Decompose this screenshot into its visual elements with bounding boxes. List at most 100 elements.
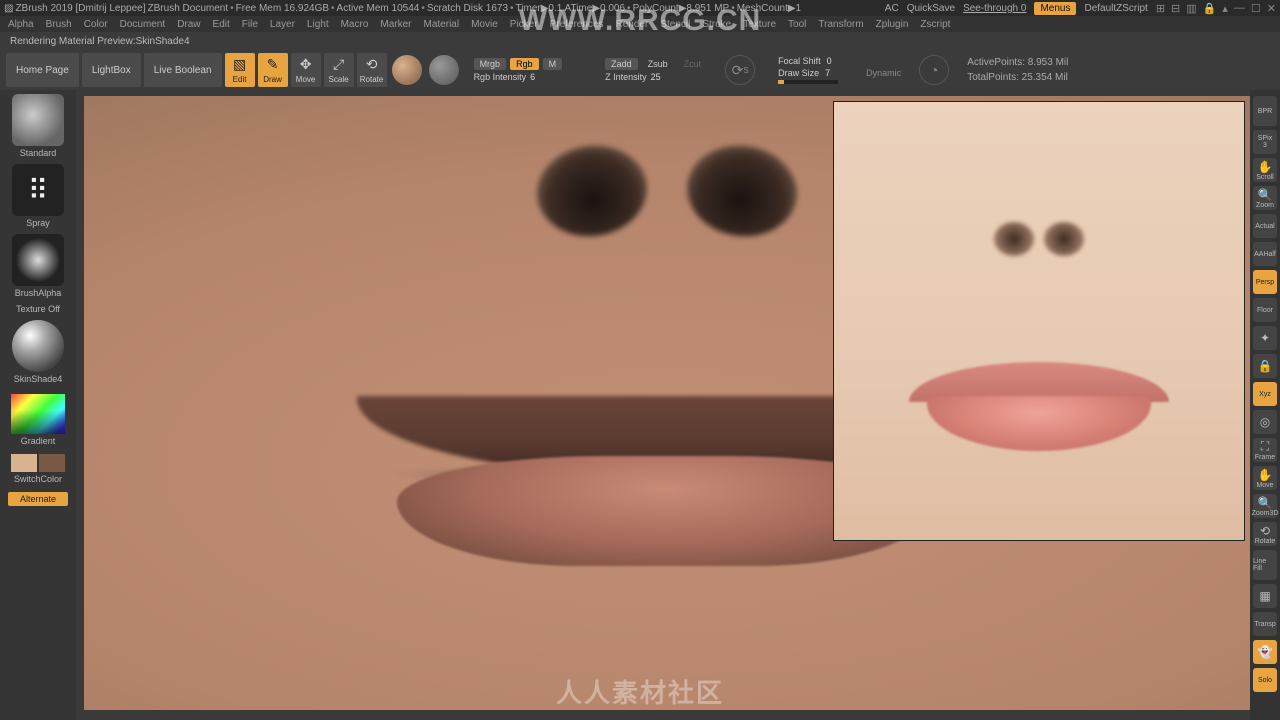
m-toggle[interactable]: M: [543, 58, 563, 70]
menu-light[interactable]: Light: [307, 19, 329, 30]
foreground-swatch[interactable]: [11, 454, 37, 472]
menu-stroke[interactable]: Stroke: [702, 19, 731, 30]
actual-button[interactable]: Actual: [1253, 214, 1277, 238]
color-picker[interactable]: [11, 394, 65, 434]
rotate-nav-button[interactable]: ⟲Rotate: [1253, 522, 1277, 546]
menu-marker[interactable]: Marker: [380, 19, 411, 30]
solo-button[interactable]: Solo: [1253, 668, 1277, 692]
expand-right-icon[interactable]: ⊟: [1171, 2, 1180, 15]
menu-tool[interactable]: Tool: [788, 19, 806, 30]
bpr-button[interactable]: BPR: [1253, 96, 1277, 126]
zoom-button[interactable]: 🔍Zoom: [1253, 186, 1277, 210]
menu-alpha[interactable]: Alpha: [8, 19, 34, 30]
viewport[interactable]: [84, 96, 1250, 710]
menu-picker[interactable]: Picker: [510, 19, 538, 30]
rgb-intensity-value[interactable]: 6: [530, 72, 535, 82]
s-curve-knob[interactable]: ⟳S: [725, 55, 755, 85]
stat: Scratch Disk 1673: [427, 3, 508, 14]
move-mode-button[interactable]: ✥Move: [291, 53, 321, 87]
focal-shift-label: Focal Shift: [778, 56, 821, 66]
transp-button[interactable]: Transp: [1253, 612, 1277, 636]
menu-brush[interactable]: Brush: [46, 19, 72, 30]
home-button[interactable]: Home Page: [6, 53, 79, 87]
zsub-toggle[interactable]: Zsub: [642, 58, 674, 70]
menu-edit[interactable]: Edit: [213, 19, 230, 30]
canvas-area[interactable]: [76, 90, 1250, 720]
minimize-icon[interactable]: —: [1234, 2, 1245, 15]
background-swatch[interactable]: [39, 454, 65, 472]
menu-file[interactable]: File: [242, 19, 258, 30]
material-thumb[interactable]: [12, 320, 64, 372]
menu-zplugin[interactable]: Zplugin: [876, 19, 909, 30]
matcap-preview-sphere[interactable]: [429, 55, 459, 85]
maximize-icon[interactable]: ☐: [1251, 2, 1261, 15]
quicksave-button[interactable]: QuickSave: [907, 3, 955, 14]
texture-label: Texture Off: [16, 304, 60, 314]
stroke-thumb[interactable]: ⠿: [12, 164, 64, 216]
app-title: ZBrush 2019 [Dmitrij Leppee]: [15, 3, 145, 14]
zadd-toggle[interactable]: Zadd: [605, 58, 638, 70]
menus-toggle[interactable]: Menus: [1034, 2, 1076, 15]
spix-field[interactable]: SPix3: [1253, 130, 1277, 154]
draw-size-value[interactable]: 7: [825, 68, 830, 78]
menu-preferences[interactable]: Preferences: [550, 19, 604, 30]
menu-document[interactable]: Document: [120, 19, 166, 30]
brush-knob[interactable]: ◔: [919, 55, 949, 85]
menu-stencil[interactable]: Stencil: [660, 19, 690, 30]
edit-mode-button[interactable]: ▧Edit: [225, 53, 255, 87]
zintensity-value[interactable]: 25: [651, 72, 661, 82]
focal-shift-value[interactable]: 0: [827, 56, 832, 66]
scroll-button[interactable]: ✋Scroll: [1253, 158, 1277, 182]
menu-zscript[interactable]: Zscript: [920, 19, 950, 30]
rotate-mode-button[interactable]: ⟲Rotate: [357, 53, 387, 87]
scale-mode-button[interactable]: ⤢Scale: [324, 53, 354, 87]
dynamic-toggle[interactable]: Dynamic: [866, 68, 901, 78]
zoom3d-button[interactable]: 🔍Zoom3D: [1253, 494, 1277, 518]
menu-color[interactable]: Color: [84, 19, 108, 30]
menu-draw[interactable]: Draw: [177, 19, 200, 30]
draw-mode-button[interactable]: ✎Draw: [258, 53, 288, 87]
alpha-thumb[interactable]: [12, 234, 64, 286]
lock-button[interactable]: 🔒: [1253, 354, 1277, 378]
top-toolbar: Home Page LightBox Live Boolean ▧Edit ✎D…: [0, 50, 1280, 90]
frame-button[interactable]: ⛶Frame: [1253, 438, 1277, 462]
close-icon[interactable]: ✕: [1267, 2, 1276, 15]
lock-icon[interactable]: 🔒: [1203, 2, 1217, 15]
rgb-toggle[interactable]: Rgb: [510, 58, 539, 70]
menu-movie[interactable]: Movie: [471, 19, 498, 30]
menu-transform[interactable]: Transform: [818, 19, 863, 30]
brush-thumb[interactable]: [12, 94, 64, 146]
default-zscript-button[interactable]: DefaultZScript: [1084, 3, 1147, 14]
draw-size-slider[interactable]: [778, 80, 838, 84]
menu-macro[interactable]: Macro: [341, 19, 369, 30]
draw-icon: ✎: [267, 56, 279, 73]
liveboolean-button[interactable]: Live Boolean: [144, 53, 222, 87]
menu-material[interactable]: Material: [424, 19, 460, 30]
menu-texture[interactable]: Texture: [743, 19, 776, 30]
center-button[interactable]: ◎: [1253, 410, 1277, 434]
polyf-button[interactable]: ▦: [1253, 584, 1277, 608]
collapse-icon[interactable]: ▴: [1222, 2, 1228, 15]
linefill-button[interactable]: Line Fill: [1253, 550, 1277, 580]
menu-render[interactable]: Render: [616, 19, 649, 30]
local-button[interactable]: ✦: [1253, 326, 1277, 350]
ghost-button[interactable]: 👻: [1253, 640, 1277, 664]
zcut-toggle[interactable]: Zcut: [678, 58, 708, 70]
menu-layer[interactable]: Layer: [270, 19, 295, 30]
floor-button[interactable]: Floor: [1253, 298, 1277, 322]
material-preview-sphere[interactable]: [392, 55, 422, 85]
aahalf-button[interactable]: AAHalf: [1253, 242, 1277, 266]
columns-icon[interactable]: ▥: [1186, 2, 1196, 15]
mrgb-toggle[interactable]: Mrgb: [474, 58, 507, 70]
persp-button[interactable]: Persp: [1253, 270, 1277, 294]
lightbox-button[interactable]: LightBox: [82, 53, 141, 87]
expand-left-icon[interactable]: ⊞: [1156, 2, 1165, 15]
doc-title: ZBrush Document: [148, 3, 229, 14]
xyz-button[interactable]: Xyz: [1253, 382, 1277, 406]
move-nav-button[interactable]: ✋Move: [1253, 466, 1277, 490]
switchcolor-button[interactable]: SwitchColor: [14, 474, 62, 484]
reference-image[interactable]: [834, 102, 1244, 540]
alternate-button[interactable]: Alternate: [8, 492, 68, 506]
gradient-label[interactable]: Gradient: [21, 436, 56, 446]
seethrough-slider[interactable]: See-through 0: [963, 3, 1026, 14]
